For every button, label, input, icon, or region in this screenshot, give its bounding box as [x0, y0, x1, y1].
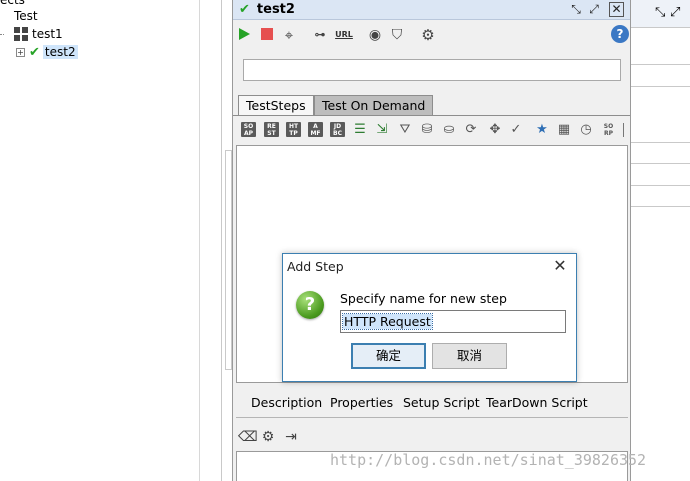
tree-node-test1[interactable]: test1: [0, 25, 63, 43]
add-rest-step-icon[interactable]: RE ST: [264, 122, 279, 137]
dialog-prompt: Specify name for new step: [340, 291, 507, 306]
step-name-input[interactable]: HTTP Request: [340, 310, 566, 333]
testcase-check-icon: ✔: [29, 44, 40, 60]
gauge-icon[interactable]: ◉: [367, 27, 383, 43]
gear-icon[interactable]: ⚙: [260, 429, 276, 445]
background-line: [630, 142, 690, 143]
tab-teardown-script[interactable]: TearDown Script: [486, 395, 588, 410]
mock-icon[interactable]: ▦: [556, 121, 572, 138]
toolbar-separator: [623, 123, 624, 137]
navigator-panel: ects Test test1 + ✔ test2: [0, 0, 200, 481]
datasource-icon[interactable]: ⛁: [419, 121, 435, 138]
tree-expand-icon[interactable]: +: [16, 47, 25, 57]
restore-icon[interactable]: ⤡: [655, 5, 665, 20]
soap-mock-icon[interactable]: SO RP: [601, 122, 616, 137]
tab-test-on-demand[interactable]: Test On Demand: [314, 95, 434, 115]
minimize-icon[interactable]: ⤡: [567, 1, 585, 18]
background-line: [630, 206, 690, 207]
add-jdbc-step-icon[interactable]: JD BC: [330, 122, 345, 137]
teststeps-toolbar: SO AP RE ST HT TP A MF JD BC ☰ ⇲ ⛛ ⛁ ⛀ ⟳…: [237, 120, 628, 142]
assertion-icon[interactable]: ✓: [508, 121, 524, 138]
run-testcase-icon[interactable]: ⟳: [463, 121, 479, 138]
move-icon[interactable]: ✥: [487, 121, 503, 138]
background-panel: [200, 0, 222, 481]
ok-button[interactable]: 确定: [351, 343, 426, 369]
tab-properties[interactable]: Properties: [330, 395, 393, 410]
tree-node-test[interactable]: Test: [0, 7, 38, 25]
search-input[interactable]: [243, 59, 621, 81]
tab-divider: [233, 115, 630, 116]
gear-icon[interactable]: ⚙: [420, 27, 436, 43]
conditional-goto-icon[interactable]: ⛛: [397, 121, 413, 138]
testcase-window: ✔ test2 ⤡ ⤢ ✕ ⌖ ⊶ URL ◉ ⛉ ⚙ ? TestSteps …: [232, 0, 631, 481]
shield-icon[interactable]: ⛉: [389, 27, 405, 43]
maximize-icon[interactable]: ⤢: [585, 1, 603, 18]
watermark: http://blog.csdn.net/sinat_39826352: [330, 451, 647, 469]
datasink-icon[interactable]: ⛀: [441, 121, 457, 138]
testcase-titlebar: ✔ test2 ⤡ ⤢ ✕: [233, 0, 630, 20]
background-titlebar: ⤡ ⤢: [630, 0, 690, 28]
background-line: [630, 185, 690, 186]
background-window-right: ⤡ ⤢: [630, 0, 690, 481]
tree-line: [0, 33, 4, 35]
run-icon[interactable]: [236, 27, 252, 43]
add-soap-step-icon[interactable]: SO AP: [241, 122, 256, 137]
close-icon[interactable]: ✕: [609, 2, 624, 17]
testcase-toolbar: ⌖ ⊶ URL ◉ ⛉ ⚙ ?: [233, 22, 630, 48]
help-icon[interactable]: ?: [611, 25, 629, 43]
tab-teststeps[interactable]: TestSteps: [238, 95, 314, 115]
background-panel-edge: [225, 150, 232, 370]
star-icon[interactable]: ★: [534, 121, 550, 138]
testsuite-grid-icon: [14, 27, 28, 41]
stop-icon[interactable]: [259, 27, 275, 43]
add-http-step-icon[interactable]: HT TP: [286, 122, 301, 137]
testcase-check-icon: ✔: [239, 2, 250, 17]
add-amf-step-icon[interactable]: A MF: [308, 122, 323, 137]
export-icon[interactable]: ⇥: [283, 429, 299, 445]
log-toolbar: ⌫ ⚙ ⇥: [233, 428, 630, 448]
tab-setup-script[interactable]: Setup Script: [403, 395, 480, 410]
background-line: [630, 163, 690, 164]
background-line: [630, 64, 690, 65]
panel-divider: [221, 0, 222, 481]
delay-clock-icon[interactable]: ◷: [578, 121, 594, 138]
key-icon[interactable]: ⊶: [312, 27, 328, 43]
question-icon: ?: [296, 291, 324, 319]
bottom-tabs: Description Properties Setup Script Tear…: [236, 390, 628, 416]
divider: [236, 417, 628, 418]
maximize-icon[interactable]: ⤢: [670, 5, 680, 20]
property-transfer-icon[interactable]: ⇲: [374, 121, 390, 138]
tab-description[interactable]: Description: [251, 395, 322, 410]
target-icon[interactable]: ⌖: [281, 27, 297, 43]
background-line: [630, 86, 690, 87]
cancel-button[interactable]: 取消: [432, 343, 507, 369]
add-step-dialog: Add Step ✕ ? Specify name for new step H…: [282, 253, 577, 382]
tree-node-label: test1: [32, 27, 63, 41]
url-icon[interactable]: URL: [333, 27, 355, 43]
window-title: test2: [256, 2, 295, 17]
dialog-title: Add Step: [287, 259, 344, 274]
eraser-icon[interactable]: ⌫: [238, 429, 258, 445]
tree-node-test2[interactable]: + ✔ test2: [16, 43, 78, 61]
navigator-header-cut: ects: [0, 0, 25, 7]
close-icon[interactable]: ✕: [550, 256, 570, 276]
step-name-value: HTTP Request: [342, 313, 433, 330]
tree-node-label: Test: [14, 9, 38, 23]
property-list-icon[interactable]: ☰: [352, 121, 368, 138]
tree-node-label: test2: [42, 45, 78, 59]
